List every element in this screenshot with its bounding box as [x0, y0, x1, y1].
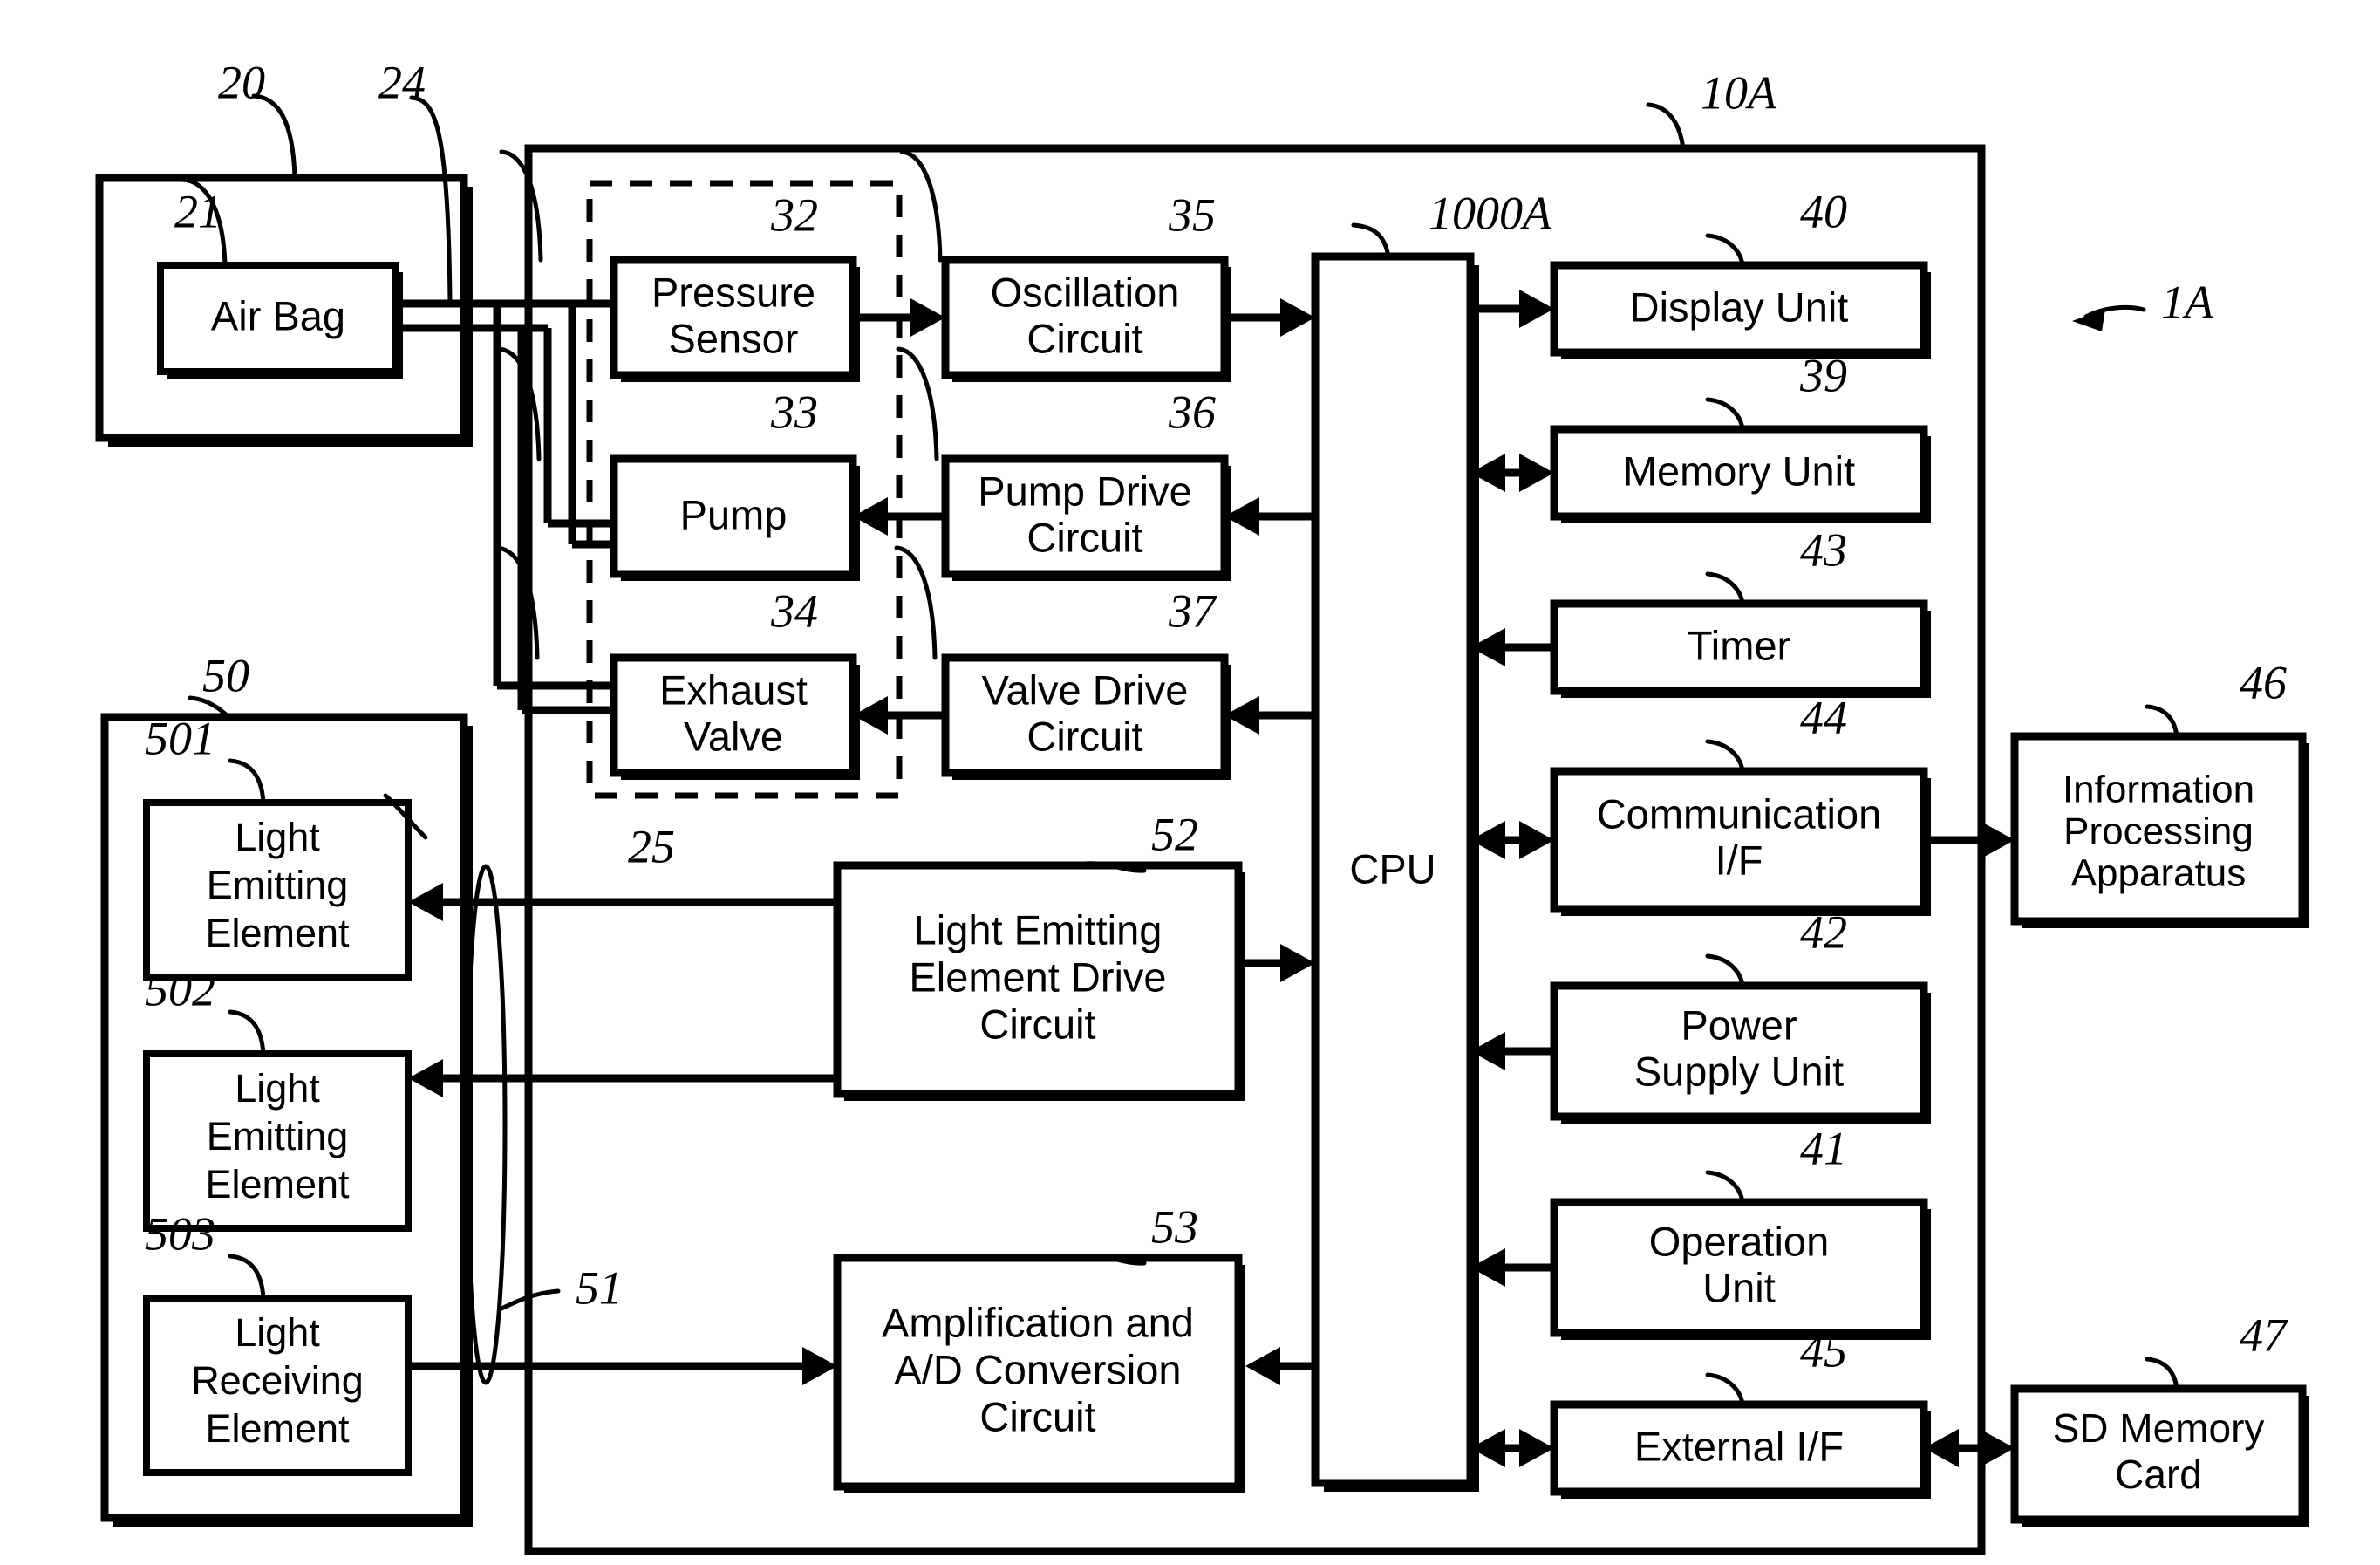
label-oscillation-1: Oscillation: [991, 269, 1180, 315]
label-pump-drive-1: Pump Drive: [978, 468, 1192, 514]
refnum-40: 40: [1800, 185, 1847, 237]
label-timer: Timer: [1688, 622, 1790, 668]
wire-operation-unit-to-cpu: [1470, 1248, 1554, 1287]
wire-cpu-to-communication-if: [1470, 821, 1554, 859]
label-oscillation-2: Circuit: [1026, 315, 1142, 361]
refnum-37: 37: [1168, 584, 1217, 637]
refnum-21: 21: [174, 185, 222, 237]
label-cpu: CPU: [1349, 845, 1436, 892]
wire-timer-to-cpu: [1470, 628, 1554, 666]
wire-communication-if-to-information-apparatus: [1924, 821, 2015, 859]
label-display-unit: Display Unit: [1630, 284, 1849, 330]
label-valve-drive-1: Valve Drive: [982, 666, 1189, 713]
refnum-45: 45: [1800, 1324, 1847, 1377]
refnum-24: 24: [378, 56, 426, 108]
label-led-2-line-1: Light: [235, 1066, 320, 1111]
label-communication-if-1: Communication: [1597, 790, 1882, 837]
label-pump-drive-2: Circuit: [1026, 514, 1142, 560]
label-pump: Pump: [680, 491, 788, 537]
label-amp-adc-1: Amplification and: [882, 1299, 1194, 1345]
label-info-apparatus-2: Processing: [2063, 810, 2254, 853]
label-operation-unit-1: Operation: [1649, 1218, 1829, 1264]
patent-block-diagram: Air Bag Pressure Sensor Pump Exhaust Val…: [95, 56, 2309, 1555]
wire-external-if-to-sd-card: [1924, 1429, 2015, 1467]
wire-power-supply-to-cpu: [1470, 1032, 1554, 1070]
refnum-50: 50: [202, 649, 249, 701]
label-power-supply-2: Supply Unit: [1634, 1048, 1844, 1094]
wire-cpu-to-pump-drive: [1224, 497, 1315, 536]
refnum-46: 46: [2240, 656, 2287, 708]
label-pressure-sensor-1: Pressure: [651, 269, 815, 315]
wire-cpu-to-valve-drive: [1224, 696, 1315, 735]
wire-cpu-to-led-drive: [1238, 944, 1315, 982]
refnum-501: 501: [145, 712, 215, 764]
label-memory-unit: Memory Unit: [1623, 448, 1855, 494]
refnum-44: 44: [1800, 691, 1847, 743]
diagram-canvas: Air Bag Pressure Sensor Pump Exhaust Val…: [0, 0, 2380, 1565]
refnum-43: 43: [1800, 523, 1847, 576]
wire-cpu-to-display-unit: [1470, 290, 1554, 328]
refnum-47: 47: [2240, 1309, 2288, 1361]
label-led-1-line-2: Emitting: [207, 863, 349, 907]
label-photodiode-line-1: Light: [235, 1310, 320, 1355]
label-air-bag: Air Bag: [211, 292, 345, 338]
refnum-39: 39: [1799, 349, 1847, 401]
refnum-53: 53: [1151, 1200, 1198, 1253]
refnum-503: 503: [145, 1207, 215, 1260]
label-exhaust-valve-1: Exhaust: [659, 666, 808, 713]
wire-cpu-to-amp-adc: [1245, 1347, 1315, 1385]
refnum-1000A: 1000A: [1429, 187, 1552, 239]
refnum-20: 20: [218, 56, 265, 108]
label-led-drive-2: Element Drive: [909, 953, 1166, 1000]
label-operation-unit-2: Unit: [1702, 1264, 1776, 1310]
refnum-51: 51: [576, 1261, 623, 1314]
label-led-2-line-3: Element: [205, 1162, 350, 1206]
label-led-drive-3: Circuit: [979, 1001, 1095, 1047]
label-valve-drive-2: Circuit: [1026, 713, 1142, 759]
label-led-1-line-1: Light: [235, 815, 320, 859]
refnum-52: 52: [1151, 808, 1198, 860]
refnum-34: 34: [770, 584, 818, 637]
refnum-35: 35: [1168, 188, 1216, 241]
refnum-10A: 10A: [1701, 66, 1777, 119]
label-photodiode-line-3: Element: [205, 1406, 350, 1451]
label-power-supply-1: Power: [1681, 1001, 1797, 1048]
wire-cpu-to-external-if: [1470, 1429, 1554, 1467]
label-external-if: External I/F: [1634, 1423, 1844, 1469]
refnum-1A: 1A: [2161, 276, 2214, 328]
label-amp-adc-3: Circuit: [979, 1393, 1095, 1439]
wire-cpu-to-memory-unit: [1470, 454, 1554, 492]
refnum-32: 32: [770, 188, 818, 241]
label-sd-card-1: SD Memory: [2053, 1405, 2265, 1451]
label-led-2-line-2: Emitting: [207, 1114, 349, 1158]
refnum-41: 41: [1800, 1122, 1847, 1174]
label-led-1-line-3: Element: [205, 911, 350, 955]
label-info-apparatus-1: Information: [2063, 769, 2254, 811]
wire-oscillation-to-cpu: [1224, 298, 1315, 337]
label-led-drive-1: Light Emitting: [914, 906, 1163, 953]
label-sd-card-2: Card: [2115, 1452, 2202, 1497]
label-exhaust-valve-2: Valve: [684, 713, 783, 759]
label-pressure-sensor-2: Sensor: [669, 315, 799, 361]
label-info-apparatus-3: Apparatus: [2071, 852, 2247, 895]
refnum-502: 502: [145, 963, 215, 1015]
refnum-25: 25: [628, 820, 675, 872]
refnum-33: 33: [770, 386, 818, 438]
label-photodiode-line-2: Receiving: [191, 1358, 364, 1403]
refnum-36: 36: [1168, 386, 1216, 438]
refnum-42: 42: [1800, 906, 1847, 958]
label-communication-if-2: I/F: [1715, 837, 1763, 883]
label-amp-adc-2: A/D Conversion: [894, 1346, 1181, 1392]
